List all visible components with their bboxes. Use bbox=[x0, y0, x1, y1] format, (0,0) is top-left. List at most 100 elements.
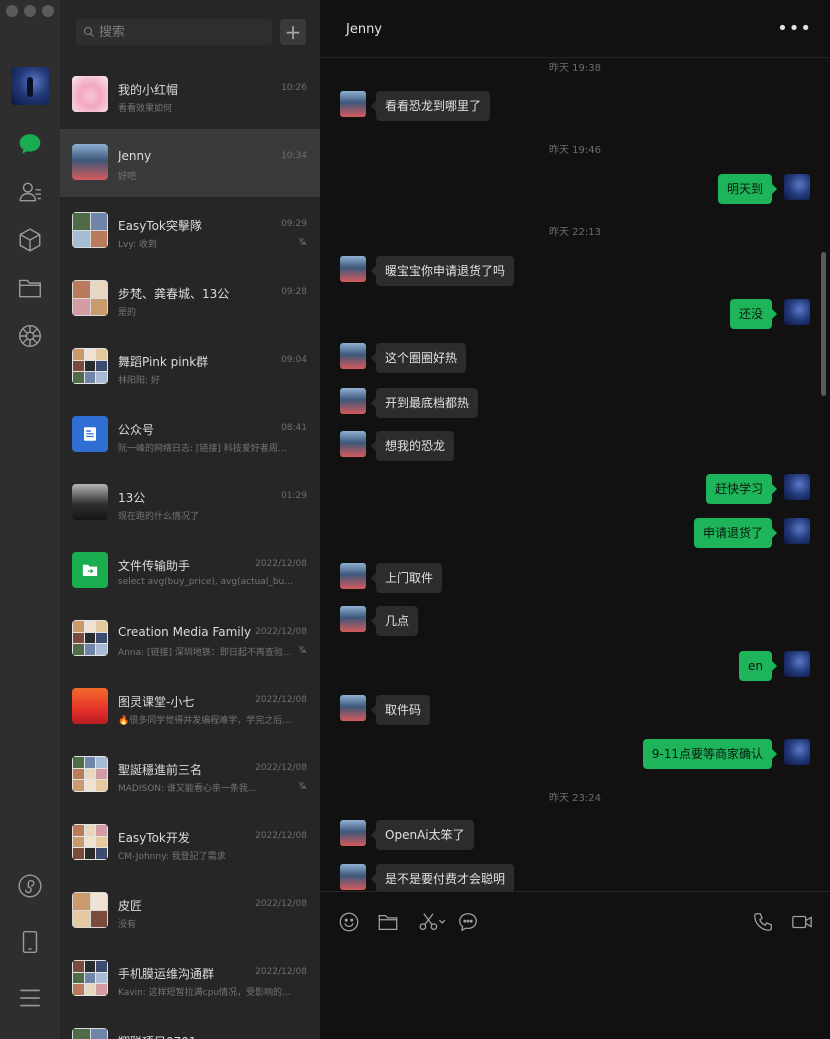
message-bubble[interactable]: 几点 bbox=[370, 606, 419, 636]
conversation-item[interactable]: 13公 01:29 现在跑的什么情况了 bbox=[60, 469, 320, 537]
conversation-item[interactable]: EasyTok开发 2022/12/08 CM-Johnny: 我登記了需求 bbox=[60, 809, 320, 877]
message-bubble[interactable]: 取件码 bbox=[370, 695, 431, 725]
scissors-icon[interactable] bbox=[416, 910, 450, 934]
my-avatar[interactable] bbox=[11, 67, 49, 105]
avatar[interactable] bbox=[784, 299, 810, 325]
message-bubble[interactable]: en bbox=[739, 651, 777, 681]
message-bubble[interactable]: 是不是要付费才会聪明 bbox=[370, 864, 515, 891]
scrollbar[interactable] bbox=[821, 252, 826, 396]
conversation-item[interactable]: 皮匠 2022/12/08 没有 bbox=[60, 877, 320, 945]
conversation-preview: Lvy: 收到 bbox=[118, 240, 157, 250]
conversation-item[interactable]: 舞蹈Pink pink群 09:04 林阳阳: 好 bbox=[60, 333, 320, 401]
message-bubble[interactable]: 明天到 bbox=[717, 174, 778, 204]
avatar[interactable] bbox=[784, 474, 810, 500]
conversation-name: 图灵课堂-小七 bbox=[118, 695, 195, 709]
conversation-item[interactable]: EasyTok突擊隊 09:29 Lvy: 收到 bbox=[60, 197, 320, 265]
window-controls bbox=[6, 5, 54, 17]
conversation-preview: 看看效果如何 bbox=[118, 104, 173, 114]
conversation-time: 08:41 bbox=[281, 423, 307, 433]
avatar bbox=[72, 688, 108, 724]
message-bubble[interactable]: 上门取件 bbox=[370, 563, 443, 593]
minimize-window-button[interactable] bbox=[24, 5, 36, 17]
avatar[interactable] bbox=[340, 606, 366, 632]
avatar bbox=[72, 1028, 108, 1039]
incoming-message: 几点 bbox=[320, 606, 830, 636]
mini-program-icon[interactable] bbox=[14, 870, 46, 902]
search-input[interactable] bbox=[99, 24, 249, 40]
avatar[interactable] bbox=[340, 343, 366, 369]
avatar[interactable] bbox=[340, 91, 366, 117]
conversation-item[interactable]: 聖誕穩進前三名 2022/12/08 MADISON: 谁又能看心亲一条我... bbox=[60, 741, 320, 809]
conversation-preview: 林阳阳: 好 bbox=[118, 376, 160, 386]
chat-icon[interactable] bbox=[14, 128, 46, 160]
avatar[interactable] bbox=[340, 695, 366, 721]
avatar bbox=[72, 280, 108, 316]
avatar[interactable] bbox=[340, 256, 366, 282]
contacts-icon[interactable] bbox=[14, 176, 46, 208]
voice-call-icon[interactable] bbox=[751, 910, 775, 934]
incoming-message: 取件码 bbox=[320, 695, 830, 725]
message-bubble[interactable]: 申请退货了 bbox=[693, 518, 778, 548]
chat-pane: Jenny ••• 昨天 19:38 看看恐龙到哪里了 昨天 19:46 明天到 昨天 … bbox=[320, 0, 830, 1039]
avatar[interactable] bbox=[340, 864, 366, 890]
avatar[interactable] bbox=[340, 563, 366, 589]
chat-history-icon[interactable] bbox=[456, 910, 480, 934]
message-bubble[interactable]: 赶快学习 bbox=[705, 474, 778, 504]
incoming-message: 上门取件 bbox=[320, 563, 830, 593]
avatar bbox=[72, 756, 108, 792]
close-window-button[interactable] bbox=[6, 5, 18, 17]
conversation-item[interactable]: Creation Media Family 2022/12/08 Anna: [链接… bbox=[60, 605, 320, 673]
avatar[interactable] bbox=[340, 388, 366, 414]
conversation-list: + 我的小红帽 10:26 看看效果如何 Jenny 10:34 好吧 EasyTok突擊隊… bbox=[60, 0, 320, 1039]
avatar[interactable] bbox=[340, 820, 366, 846]
avatar bbox=[72, 484, 108, 520]
message-bubble[interactable]: 9-11点要等商家确认 bbox=[642, 739, 778, 769]
video-call-icon[interactable] bbox=[790, 910, 814, 934]
message-area[interactable]: 昨天 19:38 看看恐龙到哪里了 昨天 19:46 明天到 昨天 22:13 暖宝宝你申… bbox=[320, 58, 830, 891]
zoom-window-button[interactable] bbox=[42, 5, 54, 17]
conversation-preview: 好吧 bbox=[118, 172, 137, 182]
conversation-item[interactable]: Jenny 10:34 好吧 bbox=[60, 129, 320, 197]
avatar bbox=[72, 212, 108, 248]
message-bubble[interactable]: 开到最底档都热 bbox=[370, 388, 479, 418]
message-bubble[interactable]: OpenAi太笨了 bbox=[371, 820, 474, 850]
timestamp: 昨天 19:46 bbox=[549, 145, 601, 156]
message-bubble[interactable]: 想我的恐龙 bbox=[370, 431, 455, 461]
favorites-icon[interactable] bbox=[14, 224, 46, 256]
search-icon bbox=[83, 26, 94, 37]
moments-icon[interactable] bbox=[14, 320, 46, 352]
conversation-item[interactable]: 步梵、龚春城、13公 09:28 是的 bbox=[60, 265, 320, 333]
incoming-message: 想我的恐龙 bbox=[320, 431, 830, 461]
avatar[interactable] bbox=[784, 518, 810, 544]
conversation-item[interactable]: 我的小红帽 10:26 看看效果如何 bbox=[60, 61, 320, 129]
message-bubble[interactable]: 暖宝宝你申请退货了吗 bbox=[370, 256, 515, 286]
avatar bbox=[72, 620, 108, 656]
conversation-name: 翔联项目0701 bbox=[118, 1033, 197, 1039]
more-options-button[interactable]: ••• bbox=[777, 20, 812, 38]
phone-icon[interactable] bbox=[14, 926, 46, 958]
avatar[interactable] bbox=[784, 651, 810, 677]
menu-icon[interactable] bbox=[14, 982, 46, 1014]
incoming-message: 这个圈圈好热 bbox=[320, 343, 830, 373]
outgoing-message: 9-11点要等商家确认 bbox=[320, 739, 830, 769]
emoji-icon[interactable] bbox=[337, 910, 361, 934]
conversation-item[interactable]: 手机膜运维沟通群 2022/12/08 Kavin: 这样短暂拉满cpu情况，受影响… bbox=[60, 945, 320, 1013]
message-bubble[interactable]: 这个圈圈好热 bbox=[370, 343, 467, 373]
conversation-item[interactable]: 翔联项目0701 bbox=[60, 1013, 320, 1039]
avatar[interactable] bbox=[784, 739, 810, 765]
conversation-item[interactable]: 图灵课堂-小七 2022/12/08 🔥很多同学觉得并发编程难学，学完之后工... bbox=[60, 673, 320, 741]
files-icon[interactable] bbox=[14, 272, 46, 304]
search-box[interactable] bbox=[76, 19, 272, 45]
avatar[interactable] bbox=[340, 431, 366, 457]
avatar[interactable] bbox=[784, 174, 810, 200]
avatar bbox=[72, 824, 108, 860]
conversation-item[interactable]: 公众号 08:41 阮一峰的网络日志: [链接] 科技爱好者周刊... bbox=[60, 401, 320, 469]
conversation-item[interactable]: 文件传输助手 2022/12/08 select avg(buy_price), a… bbox=[60, 537, 320, 605]
message-bubble[interactable]: 还没 bbox=[729, 299, 778, 329]
add-button[interactable]: + bbox=[280, 19, 306, 45]
message-bubble[interactable]: 看看恐龙到哪里了 bbox=[370, 91, 491, 121]
avatar bbox=[72, 416, 108, 452]
conversation-time: 2022/12/08 bbox=[255, 967, 307, 977]
folder-icon[interactable] bbox=[376, 910, 400, 934]
incoming-message: 看看恐龙到哪里了 bbox=[320, 91, 830, 121]
